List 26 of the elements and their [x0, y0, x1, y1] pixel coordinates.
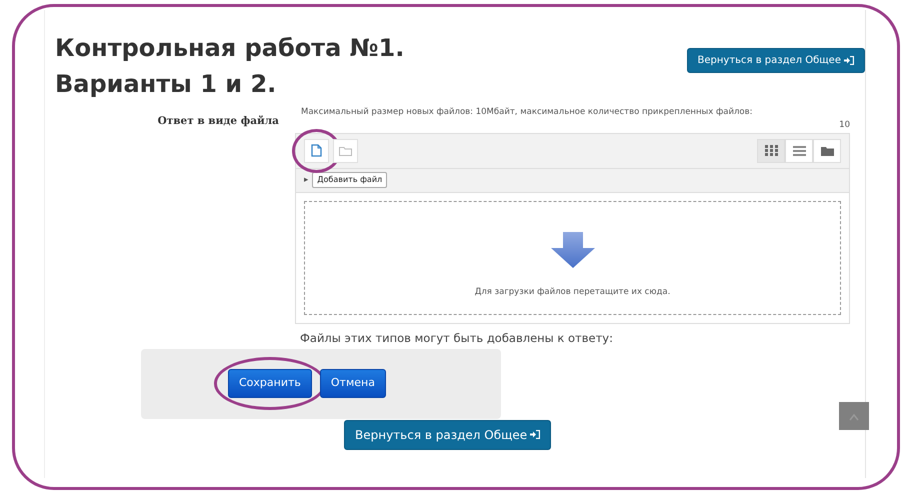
enter-icon	[530, 430, 540, 439]
field-label: Ответ в виде файла	[156, 114, 280, 129]
page-title: Контрольная работа №1. Варианты 1 и 2.	[55, 33, 406, 100]
path-toggle[interactable]: ▸	[304, 174, 308, 186]
limits-text: Максимальный размер новых файлов: 10Мбайт, максимальное количество прикрепленных файлов:	[300, 106, 754, 119]
view-mode-button[interactable]	[813, 138, 841, 162]
limits-count: 10	[839, 118, 850, 132]
down-arrow-icon	[550, 232, 594, 268]
grid-view-icon	[764, 145, 778, 156]
add-file-button[interactable]: Добавить файл	[312, 172, 388, 188]
save-button[interactable]: Сохранить	[228, 369, 312, 398]
back-to-section-button[interactable]: Вернуться в раздел Общее	[344, 420, 552, 450]
view-mode-button[interactable]	[785, 138, 813, 162]
chevron-up-icon	[849, 412, 859, 421]
view-mode-button[interactable]	[757, 138, 785, 162]
back-to-section-button[interactable]: Вернуться в раздел Общее	[686, 48, 865, 73]
dropzone-text: Для загрузки файлов перетащите их сюда.	[474, 286, 670, 298]
cancel-button[interactable]: Отмена	[320, 369, 386, 398]
file-types-text: Файлы этих типов могут быть добавлены к ответу:	[300, 330, 613, 346]
dropzone[interactable]: Для загрузки файлов перетащите их сюда.	[304, 200, 841, 314]
enter-icon	[844, 56, 854, 65]
add-file-tool-button[interactable]	[304, 138, 329, 162]
folder-icon	[339, 146, 352, 156]
list-view-icon	[792, 146, 806, 156]
folder-icon	[820, 146, 834, 156]
file-icon	[311, 144, 322, 157]
